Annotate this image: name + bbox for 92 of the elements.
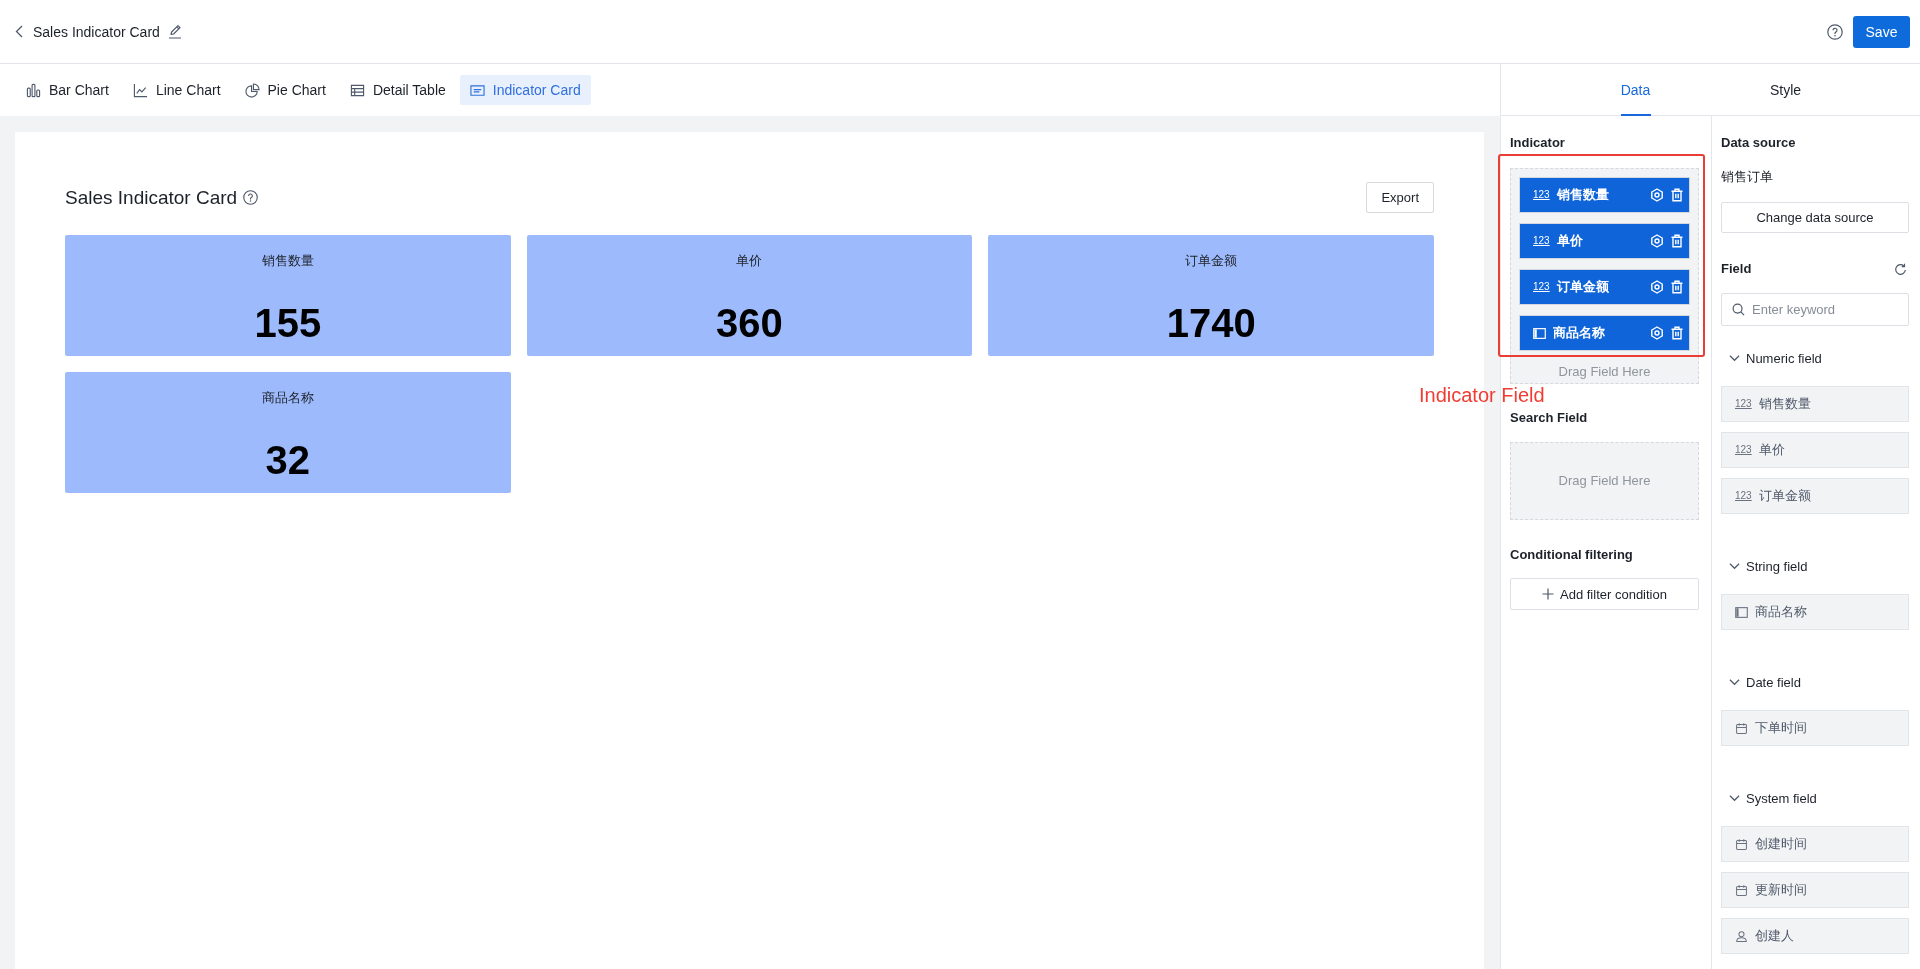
field-item[interactable]: 下单时间 (1721, 710, 1909, 746)
trash-icon[interactable] (1670, 280, 1684, 294)
section-title: Search Field (1510, 409, 1589, 427)
text-type-icon (1533, 327, 1546, 339)
keyword-search-field[interactable]: Enter keyword (1721, 293, 1909, 326)
field-item[interactable]: 123 单价 (1721, 432, 1909, 468)
refresh-icon[interactable] (1894, 262, 1907, 276)
trash-icon[interactable] (1670, 326, 1684, 340)
indicator-field-chip[interactable]: 123 单价 (1519, 223, 1690, 259)
trash-icon[interactable] (1670, 188, 1684, 202)
data-source-name: 销售订单 (1721, 168, 1774, 186)
metric-label: 商品名称 (261, 389, 314, 407)
number-type-glyph: 123 (1533, 235, 1550, 247)
chart-type-tab[interactable]: Line Chart (122, 75, 231, 105)
calendar-icon (1735, 722, 1748, 734)
field-item[interactable]: 商品名称 (1721, 594, 1909, 630)
chart-type-tab[interactable]: Pie Chart (234, 75, 336, 105)
calendar-icon (1735, 838, 1748, 850)
field-name: 创建时间 (1755, 835, 1807, 853)
section-title: Conditional filtering (1510, 546, 1634, 564)
calendar-icon (1735, 884, 1748, 896)
chart-type-tab[interactable]: Bar Chart (16, 75, 119, 105)
indicator-field-chip[interactable]: 123 订单金额 (1519, 269, 1690, 305)
metric-value: 32 (265, 437, 311, 484)
annotation-label: Indicator Field (1419, 383, 1545, 407)
field-name: 单价 (1758, 441, 1785, 459)
settings-icon[interactable] (1650, 326, 1664, 340)
section-title: Data source (1721, 134, 1797, 152)
field-group-toggle[interactable]: String field (1721, 556, 1808, 576)
field-item[interactable]: 创建人 (1721, 918, 1909, 954)
pie-chart-icon (244, 82, 260, 98)
trash-icon[interactable] (1670, 234, 1684, 248)
metric-label: 销售数量 (261, 252, 314, 270)
field-name: 订单金额 (1556, 278, 1610, 296)
text-type-icon (1735, 606, 1748, 618)
settings-icon[interactable] (1650, 280, 1664, 294)
field-name: 商品名称 (1755, 603, 1807, 621)
change-source-button[interactable]: Change data source (1721, 202, 1909, 233)
indicator-field-chip[interactable]: 商品名称 (1519, 315, 1690, 351)
settings-icon[interactable] (1650, 234, 1664, 248)
indicator-card-icon (469, 82, 485, 98)
chart-type-tab[interactable]: Detail Table (339, 75, 456, 105)
field-name: 商品名称 (1553, 324, 1606, 342)
panel-tab[interactable]: Data (1560, 64, 1711, 115)
metric-value: 360 (716, 300, 783, 347)
table-icon (349, 82, 365, 98)
number-type-glyph: 123 (1735, 490, 1752, 502)
number-type-glyph: 123 (1533, 281, 1550, 293)
indicator-drop-zone[interactable]: 123 销售数量 123 单价 123 订单金额 商品名称 Drag Field Here (1510, 168, 1699, 384)
field-item[interactable]: 更新时间 (1721, 872, 1909, 908)
metric-label: 订单金额 (1185, 252, 1238, 270)
number-type-glyph: 123 (1533, 189, 1550, 201)
add-filter-button[interactable]: Add filter condition (1510, 578, 1699, 610)
save-button[interactable]: Save (1853, 15, 1910, 48)
help-icon[interactable] (243, 190, 259, 205)
field-name: 订单金额 (1758, 487, 1811, 505)
section-title: Field (1721, 260, 1752, 278)
field-group-toggle[interactable]: System field (1721, 788, 1817, 808)
metric-value: 155 (254, 300, 322, 347)
field-item[interactable]: 123 订单金额 (1721, 478, 1909, 514)
field-item[interactable]: 创建时间 (1721, 826, 1909, 862)
field-name: 销售数量 (1556, 186, 1610, 204)
edit-icon[interactable] (167, 24, 182, 39)
section-title: Indicator (1510, 134, 1566, 152)
drop-hint: Drag Field Here (1558, 472, 1651, 490)
panel-tab[interactable]: Style (1710, 64, 1861, 115)
metric-value: 1740 (1166, 300, 1256, 347)
back-icon[interactable] (15, 25, 23, 38)
line-chart-icon (132, 82, 148, 98)
field-item[interactable]: 123 销售数量 (1721, 386, 1909, 422)
bar-chart-icon (26, 82, 41, 98)
chart-type-tab[interactable]: Indicator Card (459, 75, 591, 105)
export-button[interactable]: Export (1366, 182, 1434, 213)
field-name: 销售数量 (1758, 395, 1811, 413)
field-name: 单价 (1556, 232, 1584, 250)
number-type-glyph: 123 (1735, 444, 1752, 456)
page-title: Sales Indicator Card (33, 23, 160, 40)
card-title: Sales Indicator Card (65, 186, 238, 209)
field-name: 更新时间 (1755, 881, 1807, 899)
indicator-field-chip[interactable]: 123 销售数量 (1519, 177, 1690, 213)
drop-hint: Drag Field Here (1557, 363, 1652, 381)
search-icon (1732, 303, 1745, 316)
field-name: 创建人 (1755, 927, 1794, 945)
user-icon (1735, 930, 1748, 942)
field-name: 下单时间 (1755, 719, 1807, 737)
metric-label: 单价 (736, 252, 763, 270)
plus-icon (1542, 588, 1554, 600)
settings-icon[interactable] (1650, 188, 1664, 202)
field-group-toggle[interactable]: Numeric field (1721, 348, 1822, 368)
help-icon[interactable] (1827, 23, 1843, 40)
field-group-toggle[interactable]: Date field (1721, 672, 1801, 692)
number-type-glyph: 123 (1735, 398, 1752, 410)
